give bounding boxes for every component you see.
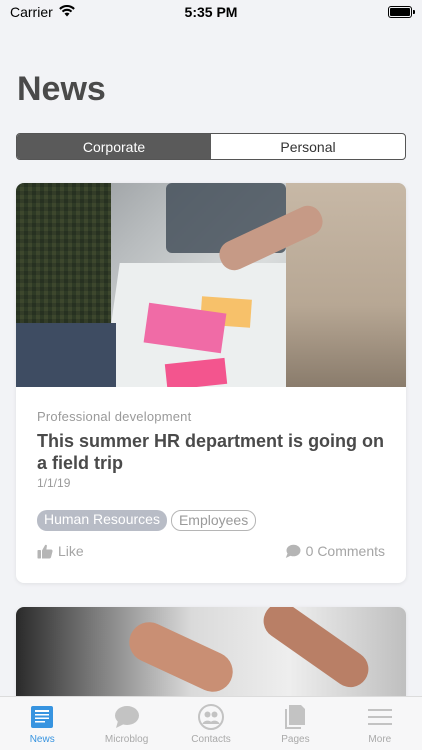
news-card-actions: Like 0 Comments bbox=[37, 543, 385, 559]
segment-personal[interactable]: Personal bbox=[211, 134, 405, 159]
segment-corporate[interactable]: Corporate bbox=[17, 134, 211, 159]
tab-more[interactable]: More bbox=[338, 697, 422, 750]
pages-icon bbox=[284, 704, 306, 730]
wifi-icon bbox=[58, 4, 75, 20]
news-category: Professional development bbox=[37, 409, 192, 424]
tab-microblog-label: Microblog bbox=[104, 734, 149, 745]
like-button[interactable]: Like bbox=[37, 543, 84, 559]
like-label: Like bbox=[58, 543, 84, 559]
news-icon bbox=[30, 704, 54, 730]
tab-pages-label: Pages bbox=[281, 734, 310, 745]
page-title: News bbox=[17, 70, 106, 108]
news-date: 1/1/19 bbox=[37, 476, 71, 490]
menu-icon bbox=[367, 704, 392, 730]
tab-microblog[interactable]: Microblog bbox=[84, 697, 168, 750]
comment-icon bbox=[285, 544, 301, 559]
tag-employees[interactable]: Employees bbox=[170, 510, 257, 531]
comments-button[interactable]: 0 Comments bbox=[285, 543, 385, 559]
status-left: Carrier bbox=[10, 4, 75, 20]
tab-contacts-label: Contacts bbox=[191, 734, 231, 745]
news-headline[interactable]: This summer HR department is going on a … bbox=[37, 430, 385, 474]
carrier-label: Carrier bbox=[10, 4, 53, 20]
battery-icon bbox=[388, 6, 415, 18]
thumbs-up-icon bbox=[37, 544, 53, 559]
tab-news-label: News bbox=[29, 734, 55, 745]
tag-human-resources[interactable]: Human Resources bbox=[37, 510, 167, 531]
tag-list: Human Resources Employees bbox=[37, 510, 385, 531]
contacts-icon bbox=[198, 704, 225, 730]
tab-contacts[interactable]: Contacts bbox=[169, 697, 253, 750]
news-card-body: Professional development This summer HR … bbox=[16, 387, 406, 583]
tab-more-label: More bbox=[368, 734, 392, 745]
news-card[interactable]: Professional development This summer HR … bbox=[16, 183, 406, 583]
news-card-image bbox=[16, 183, 406, 387]
tab-news[interactable]: News bbox=[0, 697, 84, 750]
speech-bubble-icon bbox=[114, 704, 140, 730]
segmented-control: Corporate Personal bbox=[16, 133, 406, 160]
status-bar: Carrier 5:35 PM bbox=[0, 0, 422, 24]
tab-bar: News Microblog Contacts Pages More bbox=[0, 696, 422, 750]
tab-pages[interactable]: Pages bbox=[253, 697, 337, 750]
comments-label: 0 Comments bbox=[305, 543, 385, 559]
